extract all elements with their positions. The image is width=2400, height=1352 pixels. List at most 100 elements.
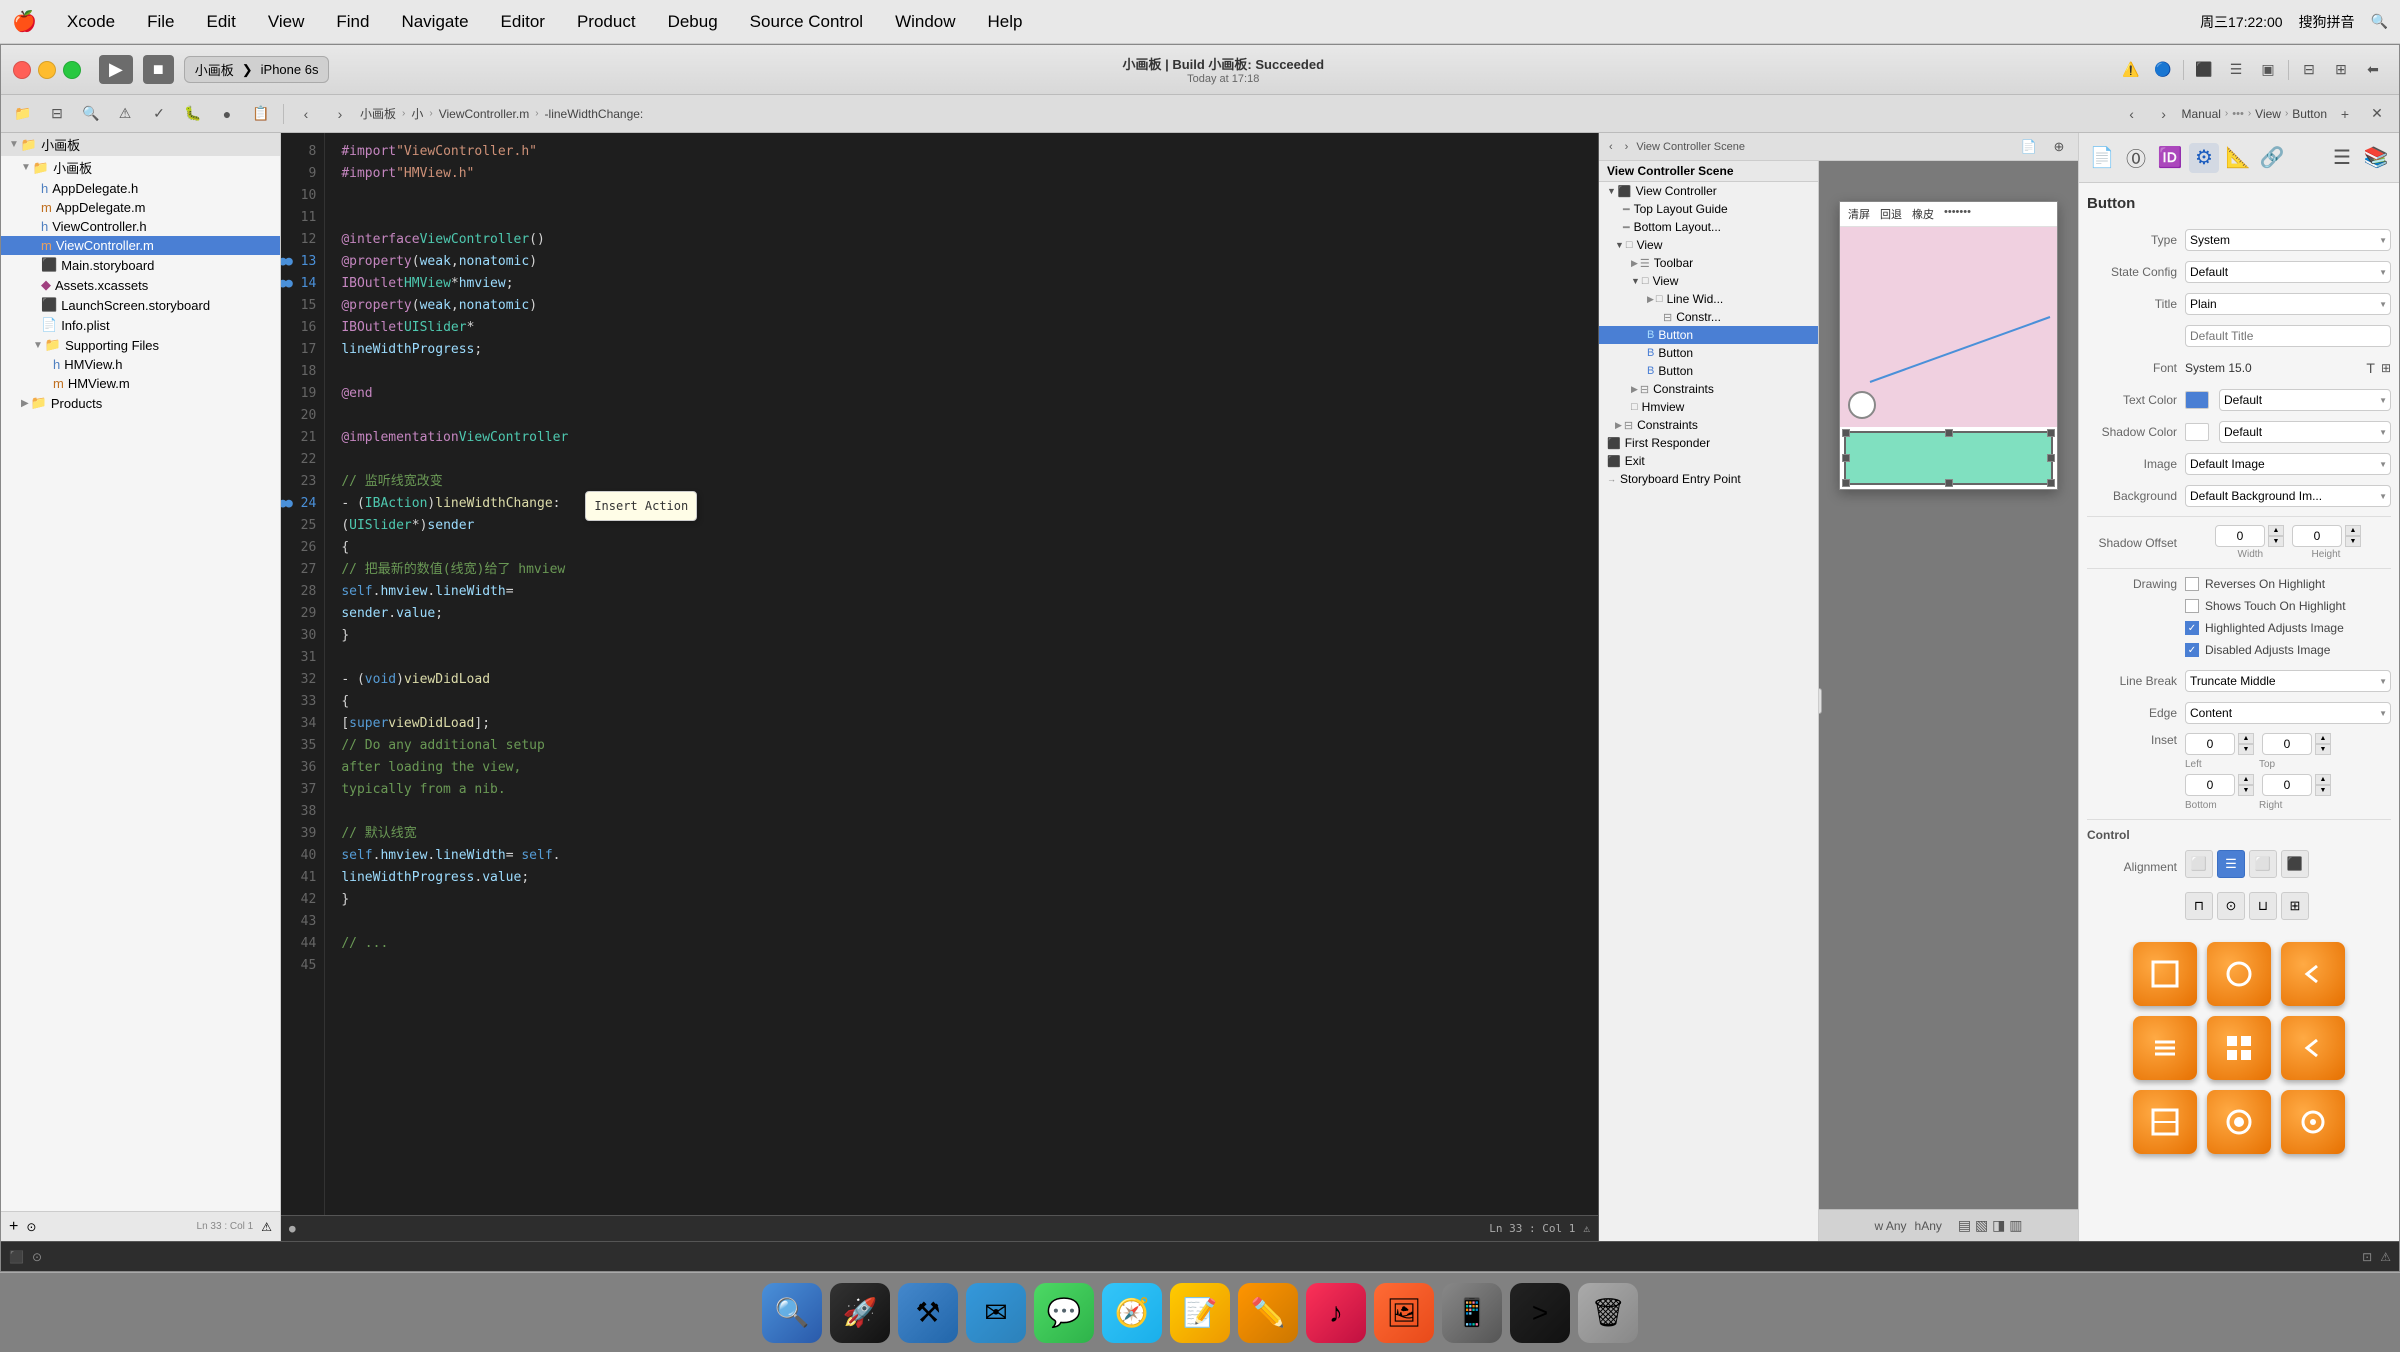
- file-info-plist[interactable]: 📄 Info.plist: [1, 315, 280, 335]
- scene-top-layout[interactable]: ━ Top Layout Guide: [1599, 200, 1818, 218]
- run-button[interactable]: ▶: [99, 55, 133, 84]
- folder-supporting[interactable]: ▼ 📁 Supporting Files: [1, 335, 280, 355]
- inset-bottom-up[interactable]: ▲: [2238, 774, 2254, 785]
- layout-assistant-icon[interactable]: ⊞: [2327, 56, 2355, 84]
- close-button[interactable]: [13, 61, 31, 79]
- dock-finder[interactable]: 🔍: [762, 1283, 822, 1343]
- warnings-icon[interactable]: ⚠: [261, 1220, 272, 1234]
- menu-navigate[interactable]: Navigate: [395, 10, 474, 34]
- debug-warnings-icon[interactable]: ⚠: [2380, 1250, 2391, 1264]
- menu-source-control[interactable]: Source Control: [744, 10, 869, 34]
- inset-right-up[interactable]: ▲: [2315, 774, 2331, 785]
- debug-var-icon[interactable]: ⊙: [32, 1250, 42, 1264]
- back-nav-icon[interactable]: ‹: [292, 100, 320, 128]
- ib-zoom-icon[interactable]: ⊕: [2046, 134, 2072, 160]
- scene-button-2[interactable]: B Button: [1599, 344, 1818, 362]
- insp-default-title-input[interactable]: [2185, 325, 2391, 347]
- apple-menu[interactable]: 🍎: [12, 9, 37, 34]
- text-color-select[interactable]: Default: [2219, 389, 2391, 411]
- report-nav-icon[interactable]: 📋: [247, 100, 275, 128]
- dock-xcode[interactable]: ⚒: [898, 1283, 958, 1343]
- menu-file[interactable]: File: [141, 10, 180, 34]
- shadow-h-input[interactable]: [2292, 525, 2342, 547]
- inset-top-up[interactable]: ▲: [2315, 733, 2331, 744]
- insp-type-value[interactable]: System: [2185, 229, 2391, 251]
- dock-sketch[interactable]: ✏️: [1238, 1283, 1298, 1343]
- layout-standard-icon[interactable]: ⊟: [2295, 56, 2323, 84]
- file-main-storyboard[interactable]: ⬛ Main.storyboard: [1, 255, 280, 275]
- dock-mail[interactable]: ✉: [966, 1283, 1026, 1343]
- linebreak-select[interactable]: Truncate Middle: [2185, 670, 2391, 692]
- menu-editor[interactable]: Editor: [495, 10, 551, 34]
- insp-show-icon[interactable]: ☰: [2327, 143, 2357, 173]
- ctrl-btn-6[interactable]: [2281, 1016, 2345, 1080]
- insp-linebreak-value[interactable]: Truncate Middle: [2185, 670, 2391, 692]
- ib-close-icon[interactable]: ✕: [2363, 100, 2391, 128]
- project-root[interactable]: ▼ 📁 小画板: [1, 133, 280, 156]
- ln-14[interactable]: ● 14: [281, 273, 324, 295]
- inset-right-input[interactable]: [2262, 774, 2312, 796]
- scene-linewidth[interactable]: ▶ □ Line Wid...: [1599, 290, 1818, 308]
- insp-state-select[interactable]: Default: [2185, 261, 2391, 283]
- dock-notes[interactable]: 📝: [1170, 1283, 1230, 1343]
- test-nav-icon[interactable]: ✓: [145, 100, 173, 128]
- stop-button[interactable]: ■: [143, 55, 174, 84]
- file-assets[interactable]: ◆ Assets.xcassets: [1, 275, 280, 295]
- ib-back-icon[interactable]: ‹: [2118, 100, 2146, 128]
- menu-view[interactable]: View: [262, 10, 311, 34]
- file-hmview-m[interactable]: m HMView.m: [1, 374, 280, 393]
- ctrl-btn-2[interactable]: [2207, 942, 2271, 1006]
- ib-add-icon[interactable]: +: [2331, 100, 2359, 128]
- image-select[interactable]: Default Image: [2185, 453, 2391, 475]
- folder-nav-icon[interactable]: 📁: [9, 100, 37, 128]
- debug-icon[interactable]: ☰: [2222, 56, 2250, 84]
- ib-canvas[interactable]: › 清屏 回退 橡皮 •••••••: [1819, 161, 2078, 1241]
- inset-left-down[interactable]: ▼: [2238, 744, 2254, 755]
- breadcrumb-folder[interactable]: 小: [411, 105, 423, 122]
- scene-constraints-main[interactable]: ▶ ⊟ Constraints: [1599, 416, 1818, 434]
- valign-bottom-icon[interactable]: ⊔: [2249, 892, 2277, 920]
- shadow-w-input[interactable]: [2215, 525, 2265, 547]
- inset-bottom-down[interactable]: ▼: [2238, 785, 2254, 796]
- ib-forward-icon[interactable]: ›: [2150, 100, 2178, 128]
- ctrl-btn-1[interactable]: [2133, 942, 2197, 1006]
- insp-edge-value[interactable]: Content: [2185, 702, 2391, 724]
- file-hmview-h[interactable]: h HMView.h: [1, 355, 280, 374]
- insp-background-value[interactable]: Default Background Im...: [2185, 485, 2391, 507]
- breadcrumb-project[interactable]: 小画板: [360, 105, 396, 122]
- reverses-checkbox[interactable]: [2185, 577, 2199, 591]
- warning-icon[interactable]: ⚠️: [2117, 56, 2145, 84]
- ib-forward-btn[interactable]: ›: [1621, 140, 1633, 154]
- insp-identity-icon[interactable]: 🆔: [2155, 143, 2185, 173]
- file-appdelegate-m[interactable]: m AppDelegate.m: [1, 198, 280, 217]
- scene-first-responder[interactable]: ⬛ First Responder: [1599, 434, 1818, 452]
- menu-input-method[interactable]: 搜狗拼音: [2299, 12, 2355, 32]
- shadow-h-up[interactable]: ▲: [2345, 525, 2361, 536]
- align-left-icon[interactable]: ⬜: [2185, 850, 2213, 878]
- forward-nav-icon[interactable]: ›: [326, 100, 354, 128]
- insp-title-value[interactable]: Plain: [2185, 293, 2391, 315]
- menu-find[interactable]: Find: [330, 10, 375, 34]
- inset-bottom-stepper[interactable]: ▲ ▼: [2238, 774, 2254, 796]
- inset-left-input[interactable]: [2185, 733, 2235, 755]
- dock-messages[interactable]: 💬: [1034, 1283, 1094, 1343]
- add-file-icon[interactable]: +: [9, 1218, 18, 1236]
- scene-button-selected[interactable]: B Button: [1599, 326, 1818, 344]
- ib-breadcrumb-view[interactable]: View: [2255, 107, 2281, 121]
- code-text[interactable]: #import "ViewController.h" #import "HMVi…: [325, 133, 1598, 1215]
- align-fill-icon[interactable]: ⬛: [2281, 850, 2309, 878]
- debug-view-icon[interactable]: ⬛: [9, 1250, 24, 1264]
- background-select[interactable]: Default Background Im...: [2185, 485, 2391, 507]
- valign-fill-icon[interactable]: ⊞: [2281, 892, 2309, 920]
- layout-version-icon[interactable]: ⬅: [2359, 56, 2387, 84]
- inset-top-input[interactable]: [2262, 733, 2312, 755]
- inset-right-down[interactable]: ▼: [2315, 785, 2331, 796]
- file-launch-storyboard[interactable]: ⬛ LaunchScreen.storyboard: [1, 295, 280, 315]
- inset-bottom-input[interactable]: [2185, 774, 2235, 796]
- file-appdelegate-h[interactable]: h AppDelegate.h: [1, 179, 280, 198]
- inset-left-up[interactable]: ▲: [2238, 733, 2254, 744]
- dock-safari[interactable]: 🧭: [1102, 1283, 1162, 1343]
- dock-terminal[interactable]: >: [1510, 1283, 1570, 1343]
- ln-13[interactable]: ● 13: [281, 251, 324, 273]
- align-right-icon[interactable]: ⬜: [2249, 850, 2277, 878]
